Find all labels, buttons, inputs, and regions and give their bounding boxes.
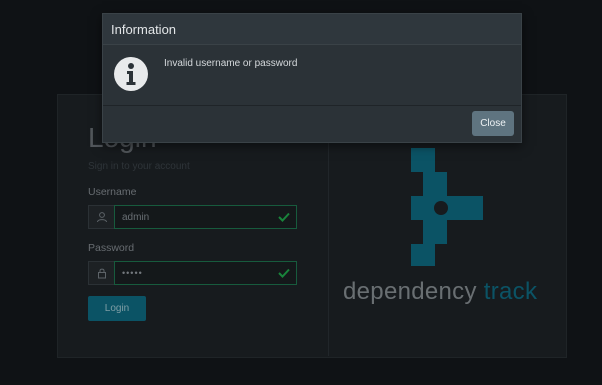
modal-header: Information [103,14,521,45]
modal-message: Invalid username or password [164,58,298,69]
modal-title: Information [111,22,177,37]
close-button[interactable]: Close [472,111,514,136]
modal-footer-divider [103,105,521,106]
information-modal: Information Invalid username or password… [102,13,522,143]
info-icon [114,57,148,96]
